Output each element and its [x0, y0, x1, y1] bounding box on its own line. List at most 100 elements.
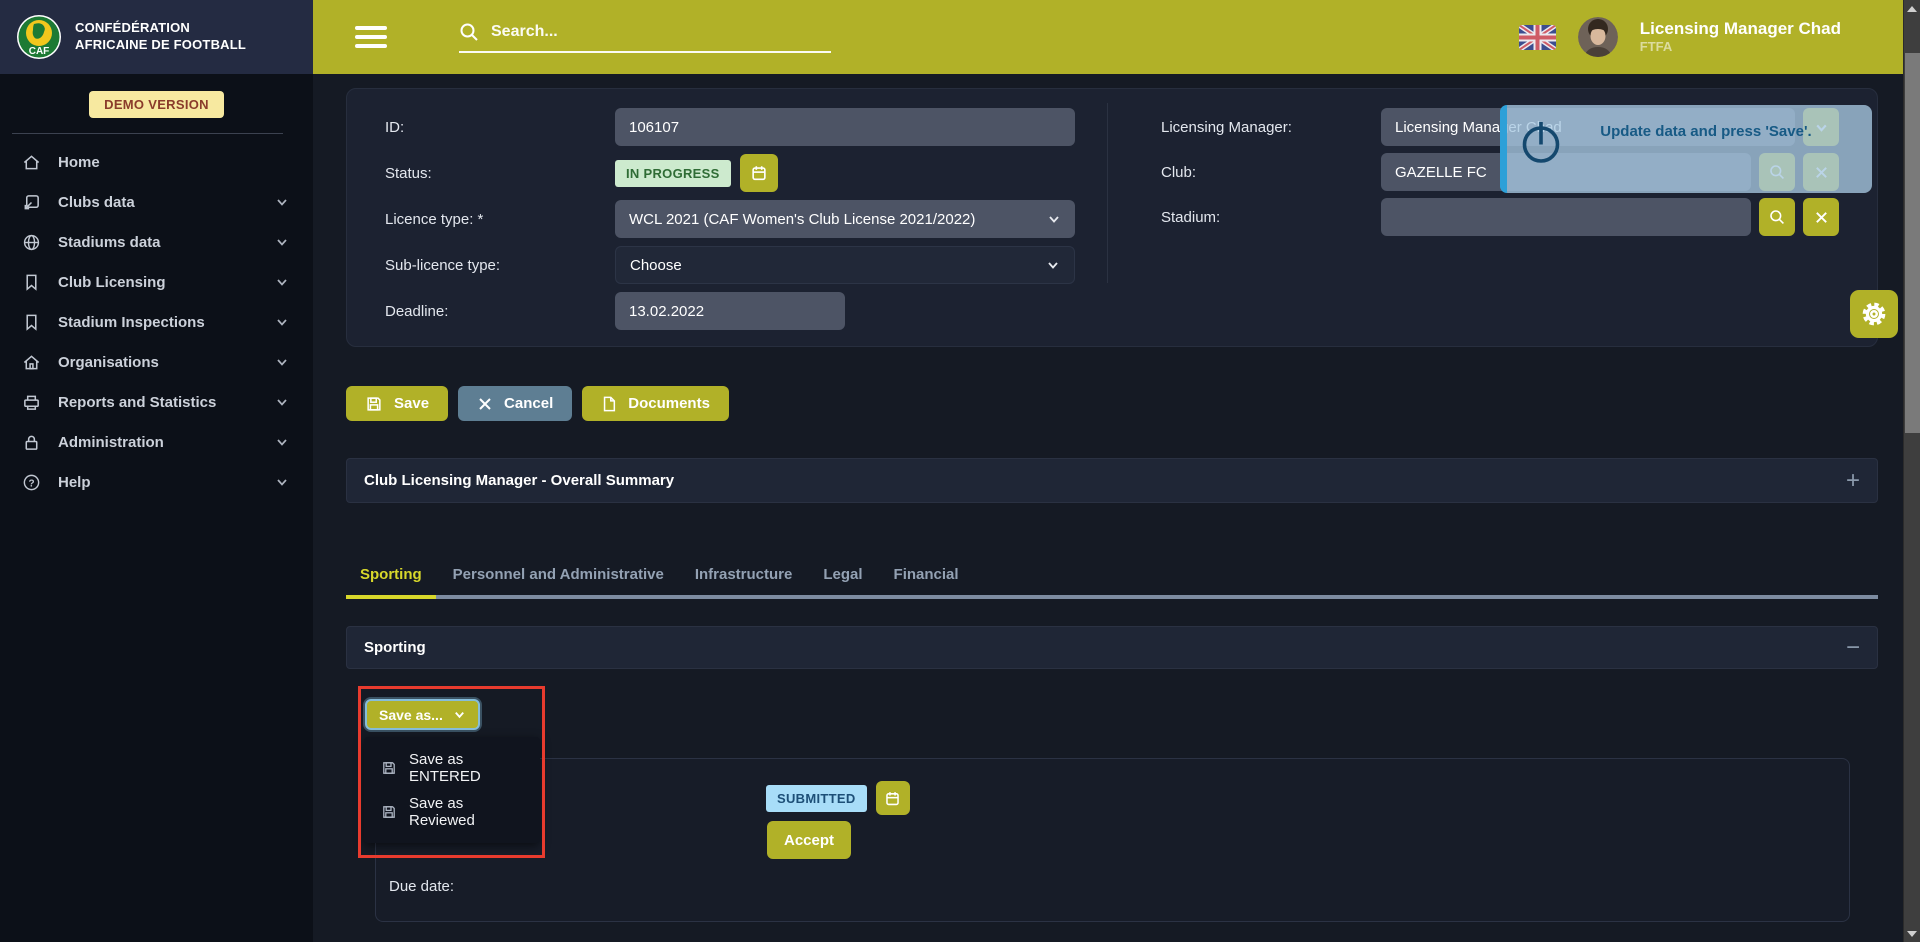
calendar-icon [884, 790, 901, 807]
stadium-label: Stadium: [1161, 209, 1381, 226]
id-label: ID: [385, 119, 615, 136]
expand-icon[interactable]: + [1846, 469, 1860, 493]
bookmark-icon [22, 272, 42, 292]
menu-item-save-as-reviewed[interactable]: Save as Reviewed [364, 795, 540, 829]
id-input[interactable] [615, 108, 1075, 146]
tooltip-text: Update data and press 'Save'. [1566, 123, 1846, 140]
building-icon [22, 352, 42, 372]
scrollbar-thumb[interactable] [1905, 53, 1920, 433]
org-name: CONFÉDÉRATION AFRICAINE DE FOOTBALL [75, 20, 265, 54]
stadium-search-button[interactable] [1759, 198, 1795, 236]
criterion-status-row: SUBMITTED [766, 781, 910, 815]
accept-button[interactable]: Accept [767, 821, 851, 859]
id-row: ID: [385, 108, 1075, 146]
form-column-divider [1107, 103, 1108, 283]
save-button[interactable]: Save [346, 386, 448, 421]
collapse-icon[interactable]: − [1846, 636, 1860, 660]
criterion-history-button[interactable] [876, 781, 910, 815]
update-data-tooltip: Update data and press 'Save'. [1500, 105, 1872, 193]
licence-type-row: Licence type: * WCL 2021 (CAF Women's Cl… [385, 200, 1075, 238]
gear-icon [1858, 298, 1890, 330]
close-icon [1814, 210, 1829, 225]
chevron-down-icon[interactable] [275, 275, 289, 289]
user-name: Licensing Manager Chad [1640, 19, 1841, 39]
licence-type-select[interactable]: WCL 2021 (CAF Women's Club License 2021/… [615, 200, 1075, 238]
documents-button[interactable]: Documents [582, 386, 729, 421]
club-label: Club: [1161, 164, 1381, 181]
globe-icon [22, 232, 42, 252]
criteria-tabs: SportingPersonnel and AdministrativeInfr… [346, 566, 1878, 599]
vertical-scrollbar[interactable] [1903, 0, 1920, 942]
settings-fab-button[interactable] [1850, 290, 1898, 338]
question-icon: ? [22, 472, 42, 492]
sidebar-item-clubs-data[interactable]: Clubs data [0, 182, 313, 222]
sidebar-item-stadiums-data[interactable]: Stadiums data [0, 222, 313, 262]
menu-item-label: Save as Reviewed [409, 795, 523, 829]
chevron-down-icon[interactable] [275, 395, 289, 409]
save-as-dropdown-menu: Save as ENTERED Save as Reviewed [364, 737, 540, 843]
svg-text:CAF: CAF [29, 46, 50, 57]
sublicence-type-select[interactable]: Choose [615, 246, 1075, 284]
avatar[interactable] [1578, 17, 1618, 57]
chevron-down-icon[interactable] [275, 195, 289, 209]
tab-sporting[interactable]: Sporting [346, 566, 436, 599]
sidebar-item-help[interactable]: ? Help [0, 462, 313, 502]
menu-item-save-as-entered[interactable]: Save as ENTERED [364, 751, 540, 785]
save-as-button-label: Save as... [379, 707, 443, 723]
chevron-down-icon[interactable] [275, 355, 289, 369]
scroll-up-button[interactable] [1904, 0, 1920, 17]
hamburger-menu-icon[interactable] [355, 21, 387, 53]
licence-type-label: Licence type: * [385, 211, 615, 228]
stadium-input[interactable] [1381, 198, 1751, 236]
arrow-down-icon [1907, 931, 1917, 937]
sidebar-header: CAF CONFÉDÉRATION AFRICAINE DE FOOTBALL [0, 0, 313, 74]
status-history-button[interactable] [740, 154, 778, 192]
chevron-down-icon [453, 708, 466, 721]
status-label: Status: [385, 165, 615, 182]
chevron-down-icon[interactable] [275, 235, 289, 249]
sidebar-item-label: Reports and Statistics [58, 394, 275, 411]
tab-personnel-and-administrative[interactable]: Personnel and Administrative [439, 566, 678, 599]
accept-button-label: Accept [784, 832, 834, 849]
overall-summary-panel[interactable]: Club Licensing Manager - Overall Summary… [346, 458, 1878, 503]
sidebar-item-administration[interactable]: Administration [0, 422, 313, 462]
sidebar-item-stadium-inspections[interactable]: Stadium Inspections [0, 302, 313, 342]
search-box[interactable] [459, 22, 831, 53]
sidebar-item-club-licensing[interactable]: Club Licensing [0, 262, 313, 302]
tab-legal[interactable]: Legal [809, 566, 876, 599]
user-block[interactable]: Licensing Manager Chad FTFA [1640, 19, 1841, 55]
chevron-down-icon[interactable] [275, 315, 289, 329]
cancel-button[interactable]: Cancel [458, 386, 572, 421]
sidebar-item-reports-and-statistics[interactable]: Reports and Statistics [0, 382, 313, 422]
clubs-icon [22, 192, 42, 212]
save-as-button[interactable]: Save as... [365, 699, 480, 730]
search-input[interactable] [491, 23, 831, 41]
calendar-icon [750, 164, 768, 182]
bookmark-icon [22, 312, 42, 332]
home-icon [22, 152, 42, 172]
sidebar-item-label: Help [58, 474, 275, 491]
sidebar-item-home[interactable]: Home [0, 142, 313, 182]
sidebar-nav: HomeClubs data Stadiums data Club Licensin… [0, 142, 313, 502]
sidebar-item-organisations[interactable]: Organisations [0, 342, 313, 382]
documents-button-label: Documents [628, 395, 710, 412]
tab-financial[interactable]: Financial [880, 566, 973, 599]
search-icon [1769, 209, 1785, 225]
deadline-input[interactable] [615, 292, 845, 330]
save-icon [381, 804, 397, 820]
stadium-clear-button[interactable] [1803, 198, 1839, 236]
chevron-down-icon[interactable] [275, 475, 289, 489]
sporting-panel-header[interactable]: Sporting − [346, 626, 1878, 669]
menu-item-label: Save as ENTERED [409, 751, 523, 785]
sidebar-item-label: Club Licensing [58, 274, 275, 291]
scroll-down-button[interactable] [1904, 925, 1920, 942]
save-button-label: Save [394, 395, 429, 412]
topbar: Licensing Manager Chad FTFA [313, 0, 1903, 74]
sidebar-item-label: Stadiums data [58, 234, 275, 251]
sublicence-type-value: Choose [630, 257, 1046, 274]
licensing-manager-label: Licensing Manager: [1161, 119, 1381, 136]
tab-infrastructure[interactable]: Infrastructure [681, 566, 807, 599]
search-icon [459, 22, 479, 42]
chevron-down-icon[interactable] [275, 435, 289, 449]
uk-flag-icon[interactable] [1519, 25, 1556, 50]
